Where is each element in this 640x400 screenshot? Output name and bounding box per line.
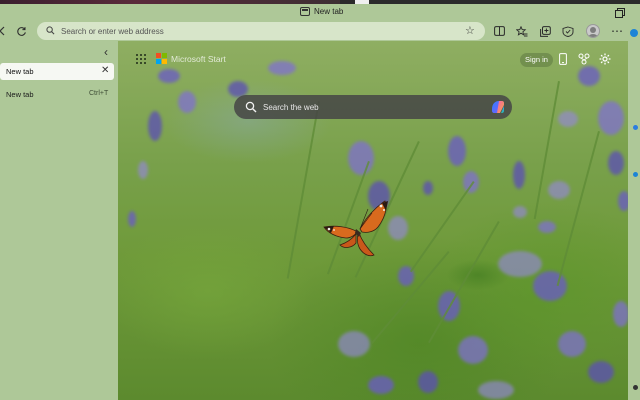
profile-avatar-icon[interactable] [586, 24, 600, 38]
lavender-bloom [538, 221, 556, 233]
app-dot-icon[interactable] [633, 125, 638, 130]
refresh-icon[interactable] [13, 23, 29, 39]
favorites-icon[interactable] [514, 23, 530, 39]
vertical-tabs-pane: ‹ New tab ✕ New tab Ctrl+T [0, 41, 118, 400]
lavender-bloom [178, 91, 196, 113]
copilot-icon[interactable] [490, 99, 506, 115]
lavender-bloom [513, 206, 527, 218]
close-icon[interactable]: ✕ [101, 65, 109, 77]
apps-grid-icon[interactable] [136, 54, 146, 64]
address-bar[interactable]: ☆ [37, 22, 485, 40]
tab-label: New tab [6, 67, 34, 76]
lavender-bloom [618, 191, 628, 211]
back-icon[interactable] [0, 23, 10, 39]
lavender-stem [370, 251, 450, 344]
lavender-bloom [128, 211, 136, 227]
new-tab-shortcut: Ctrl+T [89, 90, 109, 97]
lavender-bloom [533, 271, 567, 301]
lavender-bloom [588, 361, 614, 383]
rewards-icon[interactable] [577, 52, 591, 66]
tab-new-tab[interactable]: New tab ✕ [0, 63, 114, 80]
microsoft-logo-icon [156, 53, 168, 65]
lavender-bloom [448, 136, 466, 166]
lavender-bloom [338, 331, 370, 357]
restore-window-icon[interactable] [615, 8, 625, 18]
collections-icon[interactable] [537, 23, 553, 39]
window-title-text: New tab [314, 7, 344, 16]
search-icon [46, 26, 55, 35]
address-input[interactable] [61, 24, 451, 38]
app-dot-icon[interactable] [630, 29, 638, 37]
lavender-stem [286, 101, 320, 279]
app-dot-icon[interactable] [633, 385, 638, 390]
lavender-stem [428, 221, 500, 343]
lavender-bloom [423, 181, 433, 195]
favorite-star-icon[interactable]: ☆ [465, 24, 475, 37]
phone-icon[interactable] [556, 52, 570, 66]
lavender-bloom [368, 376, 394, 394]
lavender-bloom [458, 336, 488, 364]
tab-page-icon [300, 7, 310, 16]
lavender-bloom [148, 111, 162, 141]
lavender-bloom [608, 151, 624, 175]
split-screen-icon[interactable] [491, 23, 507, 39]
lavender-bloom [418, 371, 438, 393]
title-bar: New tab [0, 4, 640, 22]
lavender-bloom [158, 69, 180, 83]
sign-in-button[interactable]: Sign in [520, 53, 553, 67]
search-icon [245, 101, 257, 113]
more-icon[interactable]: ⋯ [609, 23, 625, 39]
settings-gear-icon[interactable] [598, 52, 612, 66]
brand-name[interactable]: Microsoft Start [171, 54, 226, 64]
browser-essentials-icon[interactable] [560, 23, 576, 39]
new-tab-button[interactable]: New tab Ctrl+T [0, 88, 114, 102]
lavender-bloom [138, 161, 148, 179]
lavender-bloom [578, 66, 600, 86]
web-search-box[interactable] [234, 95, 512, 119]
lavender-bloom [478, 381, 514, 399]
lavender-stem [556, 131, 600, 286]
new-tab-label: New tab [6, 90, 34, 99]
window-title: New tab [300, 7, 343, 16]
lavender-bloom [598, 101, 624, 135]
app-dot-icon[interactable] [633, 172, 638, 177]
toolbar: ☆ ⋯ [0, 22, 640, 40]
web-search-input[interactable] [263, 99, 483, 115]
lavender-bloom [268, 61, 296, 75]
collapse-pane-icon[interactable]: ‹ [100, 45, 112, 59]
new-tab-page: Microsoft Start Sign in [118, 41, 628, 400]
right-edge-bar [628, 29, 640, 400]
lavender-bloom [548, 181, 570, 199]
lavender-bloom [558, 331, 586, 357]
lavender-bloom [348, 141, 374, 175]
butterfly-image [323, 200, 388, 257]
lavender-bloom [498, 251, 542, 277]
lavender-bloom [513, 161, 525, 189]
lavender-bloom [613, 301, 628, 327]
lavender-bloom [558, 111, 578, 127]
